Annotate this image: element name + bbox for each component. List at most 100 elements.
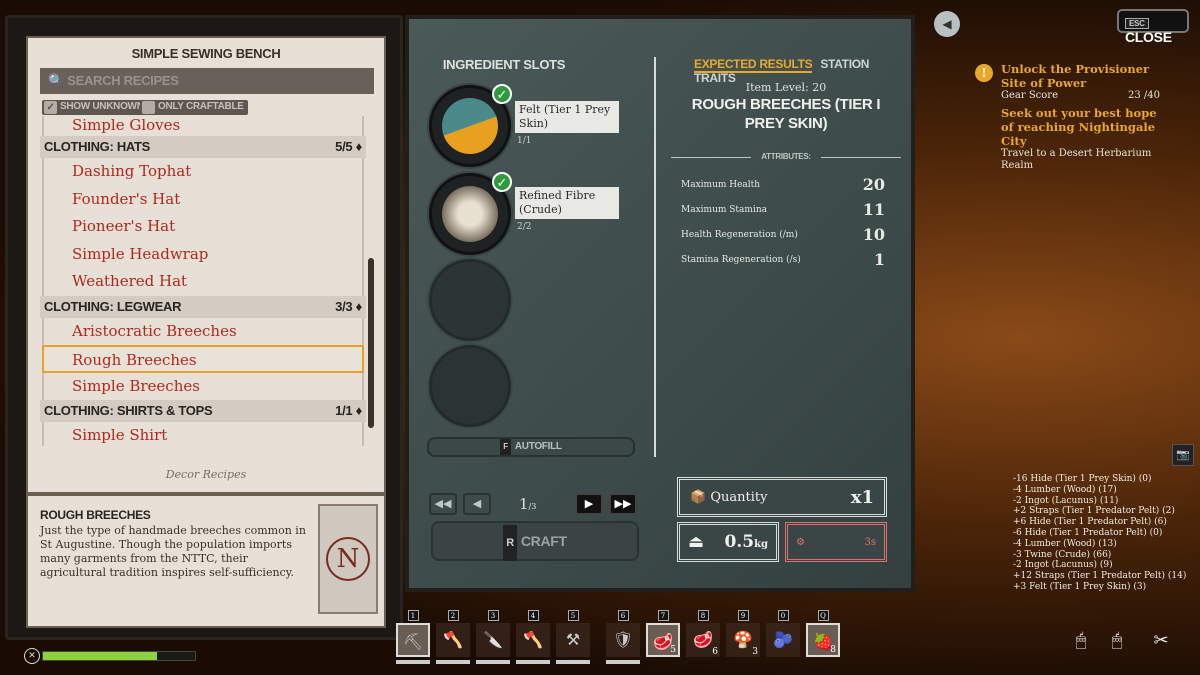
berries-icon: 🫐 [773,630,793,649]
inventory-log: -16 Hide (Tier 1 Prey Skin) (0) -4 Lumber… [1013,474,1186,593]
hotbar-slot-Q[interactable]: Q 🍓 8 [806,610,840,664]
mushroom-icon: 🍄 [733,630,753,649]
decor-recipes-header[interactable]: Decor Recipes [28,468,384,481]
log-entry: -6 Hide (Tier 1 Predator Pelt) (0) [1013,527,1163,538]
crafting-tools-icon: ✂ [1153,630,1169,651]
recipe-category-header[interactable]: CLOTHING: SHIRTS & TOPS 1/1 ♦ [40,400,366,422]
recipe-item[interactable]: Simple Gloves [42,116,364,136]
hotbar-slot-0[interactable]: 0 🫐 [766,610,800,664]
recipe-panel: SIMPLE SEWING BENCH 🔍 SEARCH RECIPES ✓ SH… [5,15,403,640]
prev-page-button[interactable]: ◀ [463,493,491,515]
hotbar-slot-9[interactable]: 9 🍄 3 [726,610,760,664]
log-entry: +3 Felt (Tier 1 Prey Skin) (3) [1013,581,1147,592]
first-page-button[interactable]: ◀◀ [429,493,457,515]
recipe-category-header[interactable]: CLOTHING: HATS 5/5 ♦ [40,136,366,158]
close-button[interactable]: ESCCLOSE [1117,9,1189,45]
quest-title[interactable]: Unlock the Provisioner Site of Power [975,62,1160,90]
attributes-header: ATTRIBUTES: [671,152,901,161]
log-entry: -4 Lumber (Wood) (13) [1013,538,1117,549]
attribute-row: Maximum Health 20 [681,175,885,194]
recipe-item[interactable]: Aristocratic Breeches [42,317,364,345]
craft-time-display: ⚙ 3s [785,522,887,562]
mouse-left-icon: 🖱 [1075,630,1087,651]
description-panel: ROUGH BREECHES Just the type of handmade… [26,494,386,628]
empty-slot[interactable] [429,345,511,427]
hotbar-slot-1[interactable]: 1 ⛏ [396,610,430,664]
search-input[interactable]: 🔍 SEARCH RECIPES [40,68,374,94]
item-level: Item Level: 20 [745,81,827,94]
hotbar-slot-8[interactable]: 8 🥩 6 [686,610,720,664]
axe-icon: 🪓 [443,630,463,649]
attribute-row: Stamina Regeneration (/s) 1 [681,250,885,269]
recipe-item[interactable]: Rough Breeches [42,345,364,373]
recipe-card-logo: N [318,504,378,614]
result-name: ROUGH BREECHES (TIER I PREY SKIN) [691,96,881,132]
description-text: Just the type of handmade breeches commo… [40,524,306,579]
check-icon: ✓ [492,84,512,104]
scrollbar[interactable] [368,258,374,428]
ingredient-name: Refined Fibre (Crude) [515,187,619,219]
next-page-button[interactable]: ▶ [575,493,603,515]
camera-icon[interactable]: 📷 [1172,444,1194,466]
only-craftable-checkbox[interactable]: ONLY CRAFTABLE [140,100,248,115]
log-entry: -3 Twine (Crude) (66) [1013,549,1112,560]
attribute-row: Maximum Stamina 11 [681,200,885,219]
log-entry: +6 Hide (Tier 1 Predator Pelt) (6) [1013,517,1167,528]
weight-display: ⏏ 0.5kg [677,522,779,562]
hatchet-icon: 🪓 [523,630,543,649]
recipe-list-panel: SIMPLE SEWING BENCH 🔍 SEARCH RECIPES ✓ SH… [26,36,386,494]
ingredient-count: 1/1 [517,136,532,146]
recipe-category-header[interactable]: CLOTHING: LEGWEAR 3/3 ♦ [40,295,366,318]
hotbar-slot-6[interactable]: 6 🛡 [606,610,640,664]
quest-tracker: ! Unlock the Provisioner Site of Power G… [975,62,1160,172]
hotbar-slot-4[interactable]: 4 🪓 [516,610,550,664]
recipe-item[interactable]: Simple Breeches [42,372,364,400]
autofill-button[interactable]: F AUTOFILL [427,437,635,457]
quest-alert-icon: ! [975,64,993,82]
crafting-panel: INGREDIENT SLOTS ✓ Felt (Tier 1 Prey Ski… [405,15,915,592]
hotbar-slot-2[interactable]: 2 🪓 [436,610,470,664]
log-entry: +12 Straps (Tier 1 Predator Pelt) (14) [1013,571,1187,582]
pickaxe-icon: ⛏ [402,632,424,651]
recipe-item[interactable]: Founder's Hat [42,185,364,213]
log-entry: -2 Ingot (Lacunus) (11) [1013,495,1119,506]
hotbar-slot-3[interactable]: 3 🔪 [476,610,510,664]
shield-icon: 🛡 [612,630,634,649]
recipe-item[interactable]: Dashing Tophat [42,158,364,186]
craft-button[interactable]: R CRAFT [431,521,639,561]
recipe-item[interactable]: Weathered Hat [42,268,364,296]
attribute-row: Health Regeneration (/m) 10 [681,225,885,244]
box-icon: 📦 [690,489,707,505]
recipe-item[interactable]: Simple Shirt [42,422,364,446]
mouse-right-icon: 🖱 [1111,630,1123,651]
divider [654,57,656,457]
pin-icon: ♦ [355,298,363,314]
log-entry: +2 Straps (Tier 1 Predator Pelt) (2) [1013,506,1175,517]
log-entry: -4 Lumber (Wood) (17) [1013,484,1117,495]
quantity-field[interactable]: 📦 Quantity x1 [677,477,887,517]
quest-title[interactable]: Seek out your best hope of reaching Nigh… [975,106,1160,148]
felt-icon [442,98,498,154]
recipe-item[interactable]: Simple Headwrap [42,240,364,268]
fibre-icon [442,186,498,242]
back-button[interactable]: ◀ [934,11,960,37]
knife-icon: 🔪 [483,630,503,649]
ingredient-slot-2[interactable]: ✓ [429,172,512,255]
check-icon: ✓ [44,101,57,114]
recipe-item[interactable]: Pioneer's Hat [42,213,364,241]
recipe-list: Simple Gloves CLOTHING: HATS 5/5 ♦ Dashing… [40,116,366,446]
health-bar [42,651,196,661]
ingredient-slot-1[interactable]: ✓ [429,84,512,167]
hotbar-slot-5[interactable]: 5 ⚒ [556,610,590,664]
show-unknown-checkbox[interactable]: ✓ SHOW UNKNOWN [42,100,148,115]
hotbar-slot-7[interactable]: 7 🥩 5 [646,610,680,664]
page-indicator: 1/3 [519,495,537,513]
weight-icon: ⏏ [688,532,705,552]
last-page-button[interactable]: ▶▶ [609,493,637,515]
ingredient-slots-title: INGREDIENT SLOTS [442,57,566,72]
empty-slot[interactable] [429,259,511,341]
craft-time-icon: ⚙ [796,536,805,548]
log-entry: -16 Hide (Tier 1 Prey Skin) (0) [1013,474,1152,484]
hotbar: 1 ⛏ 2 🪓 3 🔪 4 🪓 5 ⚒ 6 🛡 7 🥩 5 8 🥩 6 9 🍄 3 0 🫐 Q 🍓 8 [396,610,840,664]
hoe-icon: ⚒ [565,630,581,649]
